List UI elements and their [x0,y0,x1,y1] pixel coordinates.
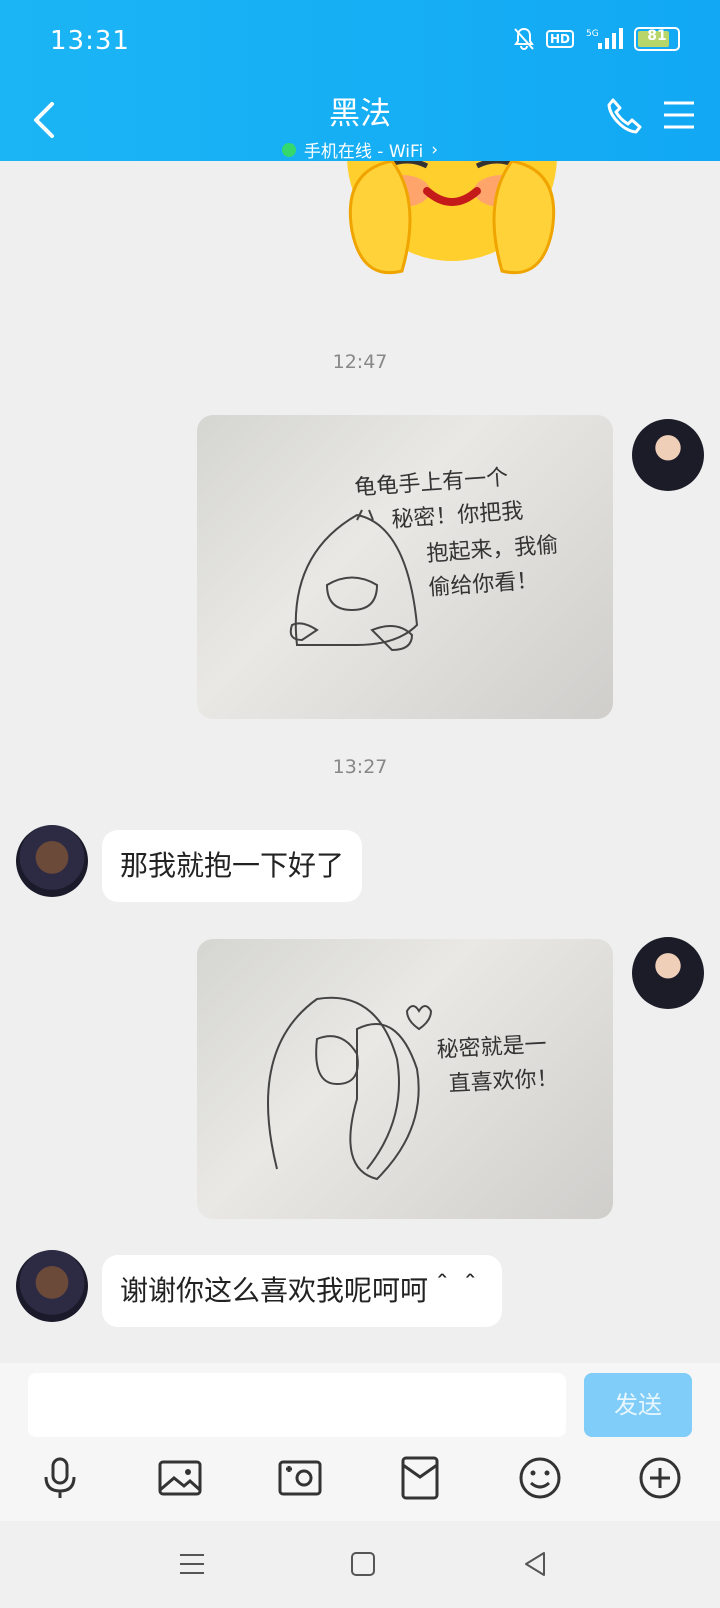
microphone-icon[interactable] [37,1455,83,1501]
sketch-line: 龟龟手上有一个 [354,465,509,501]
sketch-line: 秘密！你把我 [391,499,524,533]
mute-bell-icon [514,27,534,50]
svg-text:5G: 5G [586,29,599,39]
red-packet-icon[interactable] [397,1455,443,1501]
status-bar: 13:31 HD 5G 81 [0,0,720,80]
chat-area[interactable]: 12:47 龟龟手上有一个 秘密！你把我 抱起来，我偷 偷给你看！ 13:27 … [0,161,720,1363]
back-nav-icon[interactable] [520,1549,550,1579]
nav-bar: 黑法 手机在线 - WiFi › [0,84,720,162]
recent-apps-icon[interactable] [177,1549,207,1579]
signal-icon: 5G [586,28,623,49]
home-icon[interactable] [348,1549,378,1579]
status-time: 13:31 [50,26,130,56]
chevron-right-icon: › [431,139,439,160]
image-message[interactable]: 龟龟手上有一个 秘密！你把我 抱起来，我偷 偷给你看！ [197,415,613,719]
sketch-line: 偷给你看！ [428,568,539,601]
system-nav-bar [0,1521,720,1608]
message-input[interactable] [28,1373,566,1437]
camera-icon[interactable] [277,1455,323,1501]
my-avatar[interactable] [632,937,704,1009]
phone-icon[interactable] [604,96,644,136]
input-bar: 发送 [0,1363,720,1521]
menu-icon[interactable] [662,98,696,132]
battery-icon: 81 [634,27,680,51]
online-status: 手机在线 - WiFi › [0,137,720,162]
chat-header: 13:31 HD 5G 81 黑法 手机在线 - WiFi › [0,0,720,162]
emoji-icon[interactable] [517,1455,563,1501]
sketch-line: 秘密就是一 [436,1032,547,1063]
hd-icon: HD [545,30,574,48]
send-button[interactable]: 发送 [584,1373,692,1437]
sketch-drawing: 龟龟手上有一个 秘密！你把我 抱起来，我偷 偷给你看！ [289,465,559,652]
my-avatar[interactable] [632,419,704,491]
text-message[interactable]: 那我就抱一下好了 [102,830,363,902]
contact-avatar[interactable] [16,1250,88,1322]
online-dot-icon [281,142,296,157]
sketch-line: 抱起来，我偷 [426,533,559,567]
plus-icon[interactable] [637,1455,683,1501]
sketch-drawing: 秘密就是一 直喜欢你！ [267,996,559,1181]
timestamp: 13:27 [332,756,388,778]
contact-avatar[interactable] [16,825,88,897]
status-icons: HD 5G 81 [512,26,680,52]
image-message[interactable]: 秘密就是一 直喜欢你！ [197,939,613,1219]
image-icon[interactable] [157,1455,203,1501]
text-message[interactable]: 谢谢你这么喜欢我呢呵呵＾＾ [102,1255,503,1327]
online-status-text: 手机在线 - WiFi [303,142,424,162]
sticker-emoji-icon[interactable] [342,161,562,291]
sketch-line: 直喜欢你！ [448,1066,559,1097]
timestamp: 12:47 [332,351,388,373]
